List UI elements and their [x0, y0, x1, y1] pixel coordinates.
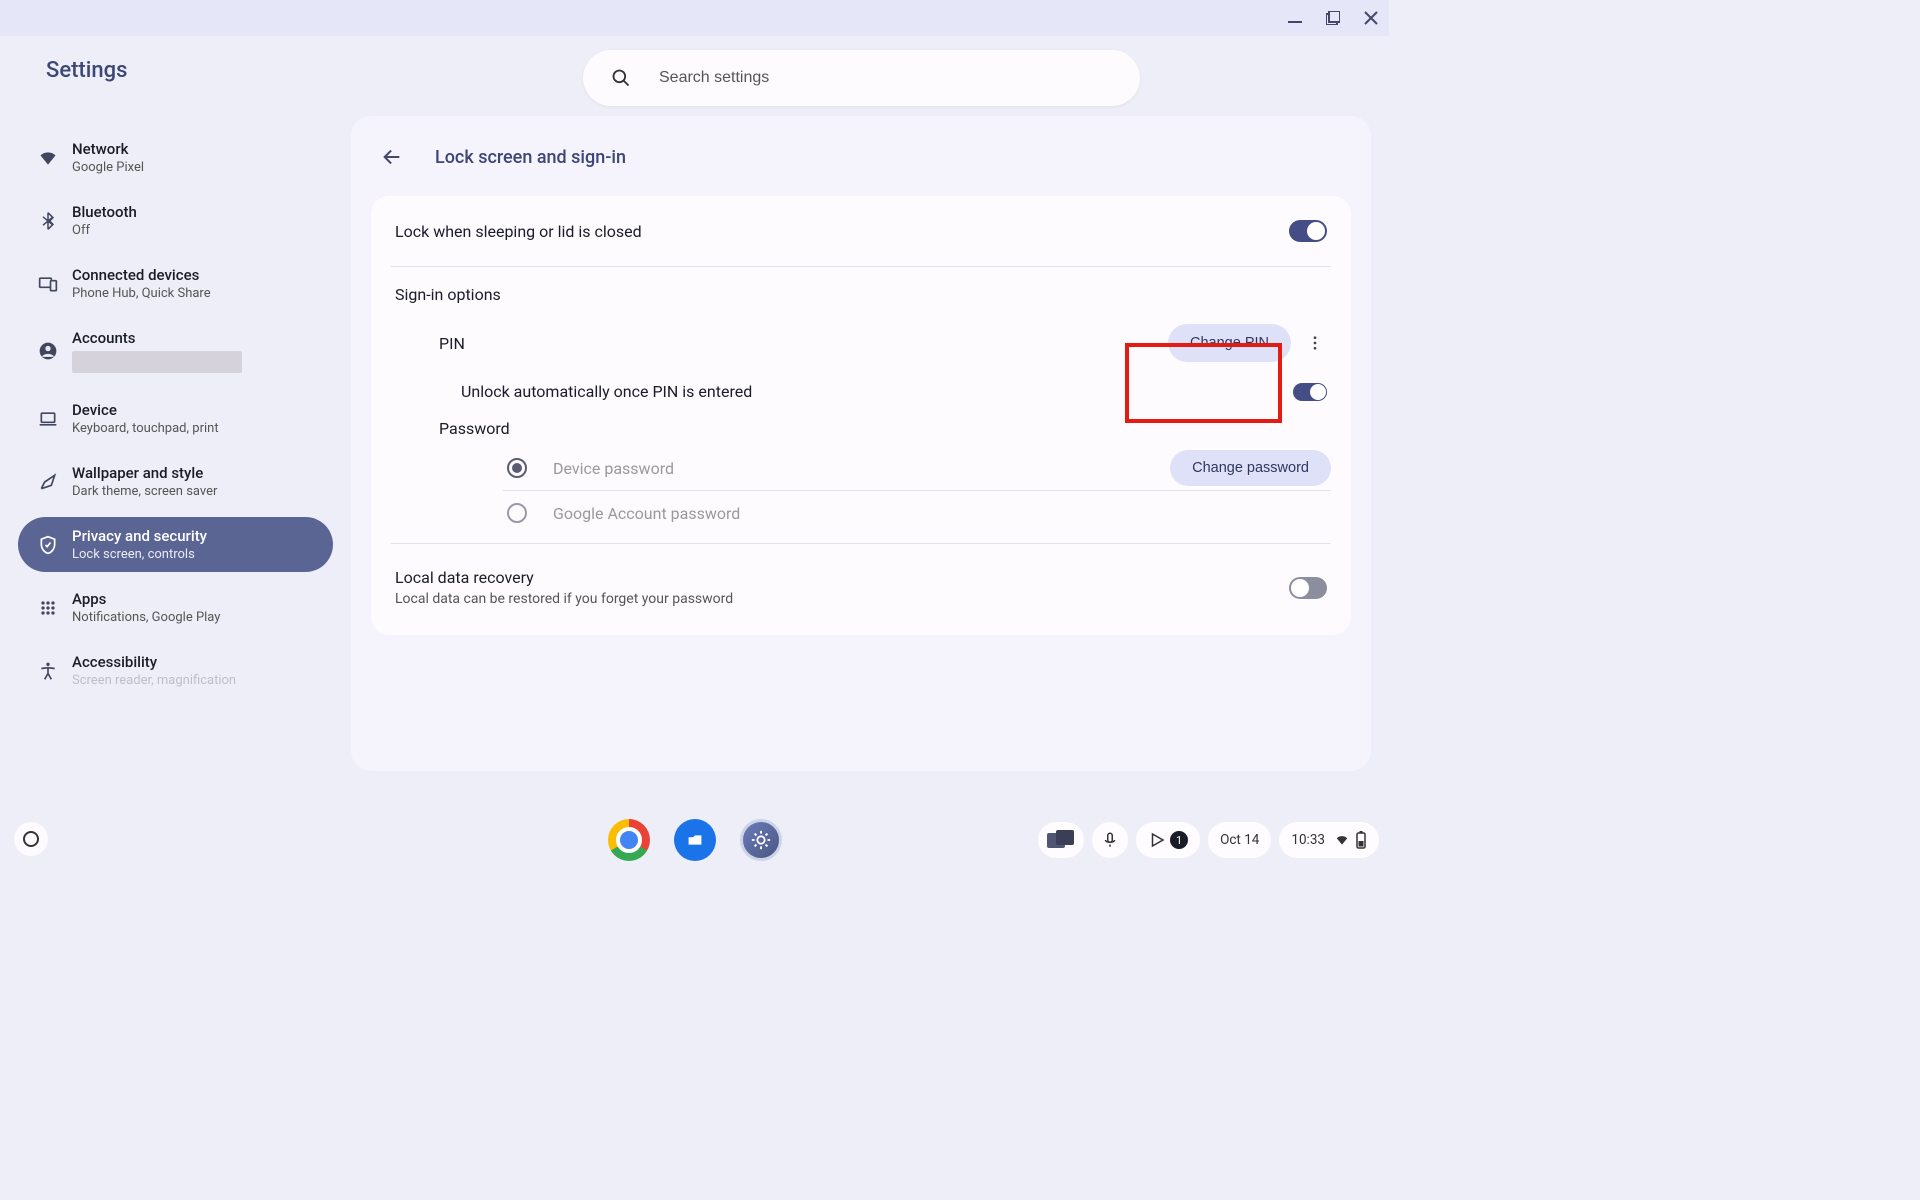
sidebar-item-connected-devices[interactable]: Connected devices Phone Hub, Quick Share [18, 256, 333, 311]
sidebar-item-device[interactable]: Device Keyboard, touchpad, print [18, 391, 333, 446]
account-redacted [72, 351, 242, 373]
wifi-icon [32, 148, 64, 168]
search-input[interactable] [659, 69, 1059, 87]
local-recovery-row[interactable]: Local data recovery Local data can be re… [391, 544, 1331, 635]
sidebar-item-sublabel: Dark theme, screen saver [72, 484, 217, 499]
shield-icon [32, 535, 64, 555]
sidebar-item-sublabel: Lock screen, controls [72, 547, 207, 562]
change-pin-button[interactable]: Change PIN [1168, 324, 1291, 362]
settings-app-icon[interactable] [740, 819, 782, 861]
battery-status-icon [1355, 831, 1367, 849]
lock-sleep-toggle[interactable] [1289, 220, 1327, 242]
sidebar-item-label: Privacy and security [72, 527, 207, 545]
google-password-label: Google Account password [553, 504, 740, 523]
auto-unlock-toggle[interactable] [1293, 383, 1327, 401]
window-minimize-button[interactable] [1285, 8, 1305, 28]
lock-sleep-row[interactable]: Lock when sleeping or lid is closed [391, 196, 1331, 266]
lock-sleep-label: Lock when sleeping or lid is closed [395, 222, 642, 241]
sidebar-item-privacy-security[interactable]: Privacy and security Lock screen, contro… [18, 517, 333, 572]
files-app-icon[interactable] [674, 819, 716, 861]
shelf: 1 Oct 14 10:33 [0, 812, 1389, 868]
device-password-radio[interactable] [507, 458, 527, 478]
local-recovery-label: Local data recovery [395, 568, 733, 587]
page-header: Lock screen and sign-in [351, 136, 1371, 196]
sidebar-item-accounts[interactable]: Accounts [18, 319, 333, 383]
window-close-button[interactable] [1361, 8, 1381, 28]
notifications-button[interactable]: 1 [1136, 822, 1200, 858]
launcher-button[interactable] [14, 822, 48, 856]
wifi-status-icon [1333, 833, 1351, 847]
sidebar-item-bluetooth[interactable]: Bluetooth Off [18, 193, 333, 248]
account-icon [32, 341, 64, 361]
brush-icon [32, 472, 64, 492]
sidebar-item-sublabel: Screen reader, magnification [72, 673, 236, 688]
tote-button[interactable] [1038, 822, 1084, 858]
sidebar-item-sublabel: Keyboard, touchpad, print [72, 421, 219, 436]
laptop-icon [32, 409, 64, 429]
sidebar-item-wallpaper[interactable]: Wallpaper and style Dark theme, screen s… [18, 454, 333, 509]
back-button[interactable] [381, 146, 403, 168]
main-content: Lock screen and sign-in Lock when sleepi… [333, 104, 1389, 812]
auto-unlock-label: Unlock automatically once PIN is entered [461, 382, 752, 401]
notification-count-badge: 1 [1170, 831, 1188, 849]
apps-icon [32, 598, 64, 618]
password-section-label: Password [391, 419, 1331, 446]
date-display[interactable]: Oct 14 [1208, 822, 1271, 858]
page-title: Lock screen and sign-in [435, 147, 626, 168]
sidebar-item-label: Accessibility [72, 653, 236, 671]
google-password-radio[interactable] [507, 503, 527, 523]
device-password-label: Device password [553, 459, 674, 478]
sidebar-item-label: Device [72, 401, 219, 419]
bluetooth-icon [32, 211, 64, 231]
google-password-row[interactable]: Google Account password [391, 491, 1331, 543]
sidebar-item-label: Apps [72, 590, 220, 608]
search-icon [611, 68, 631, 88]
sidebar-item-accessibility[interactable]: Accessibility Screen reader, magnificati… [18, 643, 333, 698]
pin-row: PIN Change PIN [391, 308, 1331, 376]
status-area[interactable]: 1 Oct 14 10:33 [1038, 822, 1379, 858]
sidebar-item-label: Network [72, 140, 144, 158]
sidebar-item-sublabel: Notifications, Google Play [72, 610, 220, 625]
devices-icon [32, 274, 64, 294]
sidebar: Network Google Pixel Bluetooth Off Con [0, 104, 333, 812]
dictation-button[interactable] [1092, 822, 1128, 858]
window-maximize-button[interactable] [1323, 8, 1343, 28]
pin-more-button[interactable] [1303, 334, 1327, 352]
local-recovery-sublabel: Local data can be restored if you forget… [395, 591, 733, 607]
sidebar-item-apps[interactable]: Apps Notifications, Google Play [18, 580, 333, 635]
sidebar-item-sublabel: Off [72, 223, 137, 238]
change-password-button[interactable]: Change password [1170, 450, 1331, 486]
local-recovery-toggle[interactable] [1289, 577, 1327, 599]
search-bar[interactable] [583, 50, 1140, 106]
signin-options-title: Sign-in options [391, 267, 1331, 308]
accessibility-icon [32, 661, 64, 681]
sidebar-item-network[interactable]: Network Google Pixel [18, 130, 333, 185]
chrome-app-icon[interactable] [608, 819, 650, 861]
status-tray[interactable]: 10:33 [1279, 822, 1379, 858]
sidebar-item-label: Accounts [72, 329, 242, 347]
sidebar-item-label: Connected devices [72, 266, 211, 284]
sidebar-item-label: Wallpaper and style [72, 464, 217, 482]
window-titlebar [0, 0, 1389, 36]
auto-unlock-row[interactable]: Unlock automatically once PIN is entered [391, 376, 1331, 419]
device-password-row[interactable]: Device password Change password [391, 446, 1331, 490]
app-title: Settings [46, 58, 127, 83]
sidebar-item-sublabel: Phone Hub, Quick Share [72, 286, 211, 301]
sidebar-item-label: Bluetooth [72, 203, 137, 221]
pin-label: PIN [439, 334, 465, 353]
sidebar-item-sublabel: Google Pixel [72, 160, 144, 175]
time-display: 10:33 [1291, 832, 1325, 848]
